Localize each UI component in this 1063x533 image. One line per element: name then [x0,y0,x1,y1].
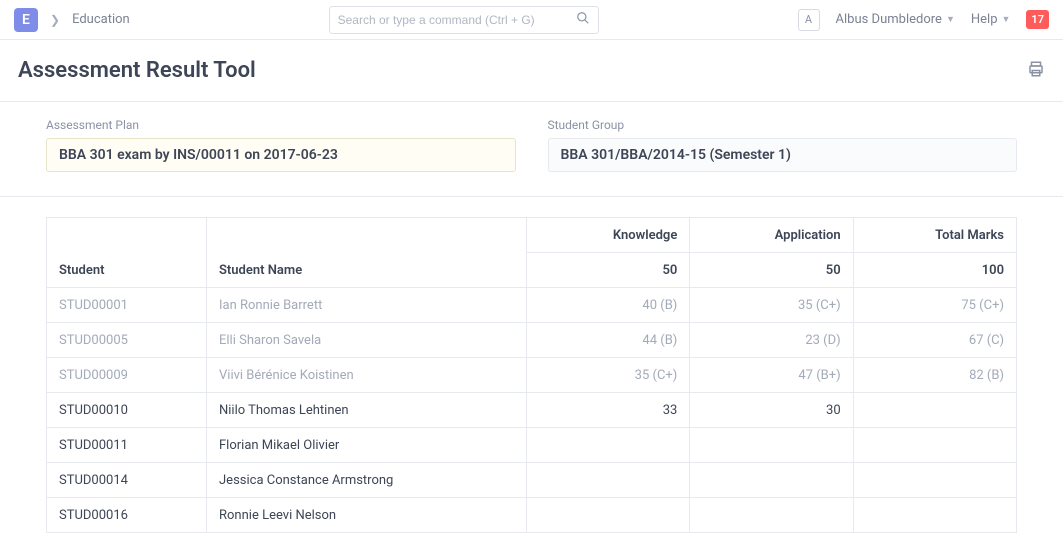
cell-student-name: Niilo Thomas Lehtinen [207,393,527,428]
help-label: Help [971,12,998,27]
cell-application: 23 (D) [690,323,853,358]
results-table: Student Student Name Knowledge Applicati… [46,217,1017,533]
user-name-label: Albus Dumbledore [836,12,942,27]
cell-total [853,463,1016,498]
topbar-right: A Albus Dumbledore ▼ Help ▼ 17 [798,9,1049,31]
table-row: STUD00011Florian Mikael Olivier [47,428,1017,463]
cell-knowledge: 40 (B) [527,288,690,323]
cell-student-id: STUD00005 [47,323,207,358]
page-title: Assessment Result Tool [18,58,256,83]
cell-total: 67 (C) [853,323,1016,358]
cell-student-id: STUD00001 [47,288,207,323]
cell-knowledge-input[interactable] [539,403,677,418]
cell-application[interactable] [690,463,853,498]
cell-knowledge: 35 (C+) [527,358,690,393]
table-row: STUD00001Ian Ronnie Barrett40 (B)35 (C+)… [47,288,1017,323]
cell-total: 82 (B) [853,358,1016,393]
notification-badge[interactable]: 17 [1026,10,1049,29]
cell-application-input[interactable] [702,403,840,418]
topbar: E ❯ Education A Albus Dumbledore ▼ Help … [0,0,1063,40]
cell-student-id: STUD00010 [47,393,207,428]
cell-application: 35 (C+) [690,288,853,323]
cell-application[interactable] [690,393,853,428]
cell-application: 47 (B+) [690,358,853,393]
col-student-name: Student Name [207,218,527,288]
cell-knowledge[interactable] [527,498,690,533]
col-criteria-1-max: 50 [527,253,690,288]
chevron-right-icon: ❯ [50,13,60,27]
cell-student-name: Ian Ronnie Barrett [207,288,527,323]
cell-knowledge[interactable] [527,463,690,498]
table-row: STUD00014Jessica Constance Armstrong [47,463,1017,498]
student-group-field[interactable]: BBA 301/BBA/2014-15 (Semester 1) [548,138,1018,172]
breadcrumb-module[interactable]: Education [72,12,130,27]
results-table-wrap: Student Student Name Knowledge Applicati… [0,197,1063,533]
search-input[interactable] [338,13,576,27]
col-total: Total Marks [853,218,1016,253]
avatar[interactable]: A [798,9,820,31]
table-row: STUD00016Ronnie Leevi Nelson [47,498,1017,533]
col-criteria-1: Knowledge [527,218,690,253]
app-logo[interactable]: E [14,8,38,32]
col-criteria-2-max: 50 [690,253,853,288]
filter-section: Assessment Plan BBA 301 exam by INS/0001… [0,102,1063,197]
cell-student-name: Florian Mikael Olivier [207,428,527,463]
cell-student-name: Elli Sharon Savela [207,323,527,358]
user-menu[interactable]: Albus Dumbledore ▼ [836,12,955,27]
cell-application[interactable] [690,428,853,463]
cell-application[interactable] [690,498,853,533]
cell-total [853,498,1016,533]
cell-knowledge[interactable] [527,393,690,428]
filter-student-group: Student Group BBA 301/BBA/2014-15 (Semes… [548,118,1018,172]
cell-total [853,428,1016,463]
assessment-plan-field[interactable]: BBA 301 exam by INS/00011 on 2017-06-23 [46,138,516,172]
col-criteria-2: Application [690,218,853,253]
cell-knowledge[interactable] [527,428,690,463]
filter-assessment-plan: Assessment Plan BBA 301 exam by INS/0001… [46,118,516,172]
cell-knowledge: 44 (B) [527,323,690,358]
topbar-center [142,6,786,34]
table-row: STUD00010Niilo Thomas Lehtinen [47,393,1017,428]
search-bar[interactable] [329,6,599,34]
print-icon[interactable] [1027,60,1045,82]
cell-total [853,393,1016,428]
page-header: Assessment Result Tool [0,40,1063,102]
col-student: Student [47,218,207,288]
cell-student-name: Viivi Bérénice Koistinen [207,358,527,393]
filter-label: Assessment Plan [46,118,516,132]
caret-down-icon: ▼ [946,14,955,25]
cell-student-id: STUD00016 [47,498,207,533]
table-row: STUD00009Viivi Bérénice Koistinen35 (C+)… [47,358,1017,393]
filter-label: Student Group [548,118,1018,132]
caret-down-icon: ▼ [1002,14,1011,25]
cell-student-name: Ronnie Leevi Nelson [207,498,527,533]
table-row: STUD00005Elli Sharon Savela44 (B)23 (D)6… [47,323,1017,358]
col-total-max: 100 [853,253,1016,288]
cell-student-id: STUD00014 [47,463,207,498]
cell-total: 75 (C+) [853,288,1016,323]
cell-student-id: STUD00009 [47,358,207,393]
help-menu[interactable]: Help ▼ [971,12,1011,27]
search-icon[interactable] [576,11,590,29]
cell-student-name: Jessica Constance Armstrong [207,463,527,498]
cell-student-id: STUD00011 [47,428,207,463]
